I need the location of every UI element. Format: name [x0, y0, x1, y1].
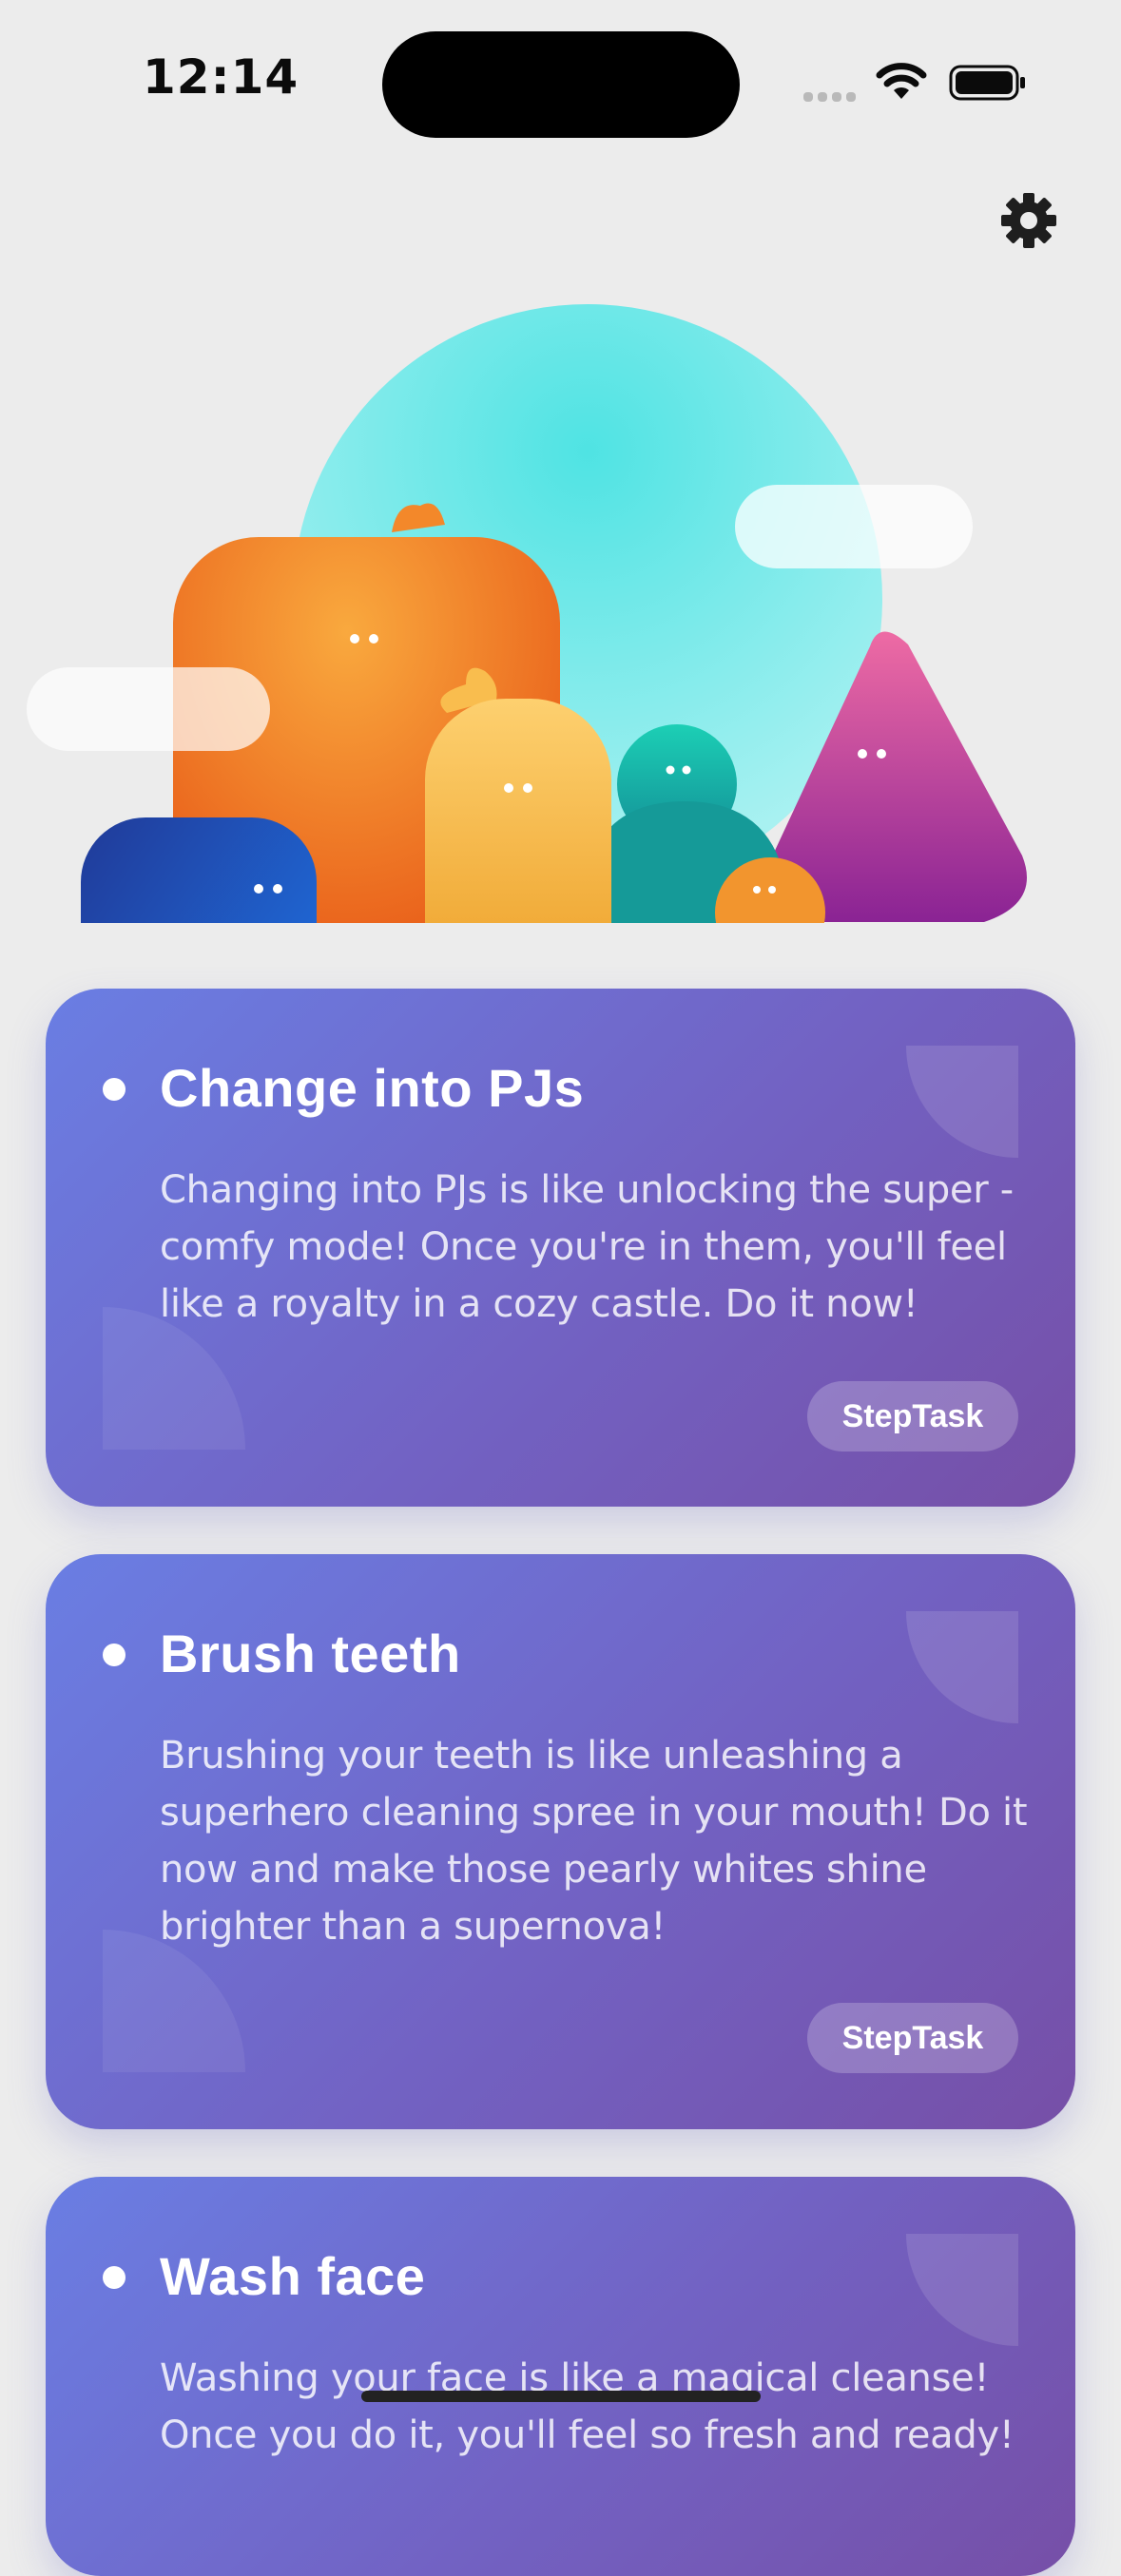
task-description: Brushing your teeth is like unleashing a…	[160, 1734, 1028, 1949]
bullet-icon	[103, 1644, 126, 1666]
bullet-icon	[103, 1078, 126, 1101]
card-decoration	[906, 1611, 1018, 1723]
task-card[interactable]: Brush teeth Brushing your teeth is like …	[46, 1554, 1075, 2129]
hero-illustration	[27, 304, 1027, 923]
status-bar: 12:14	[0, 0, 1121, 162]
dynamic-island	[382, 31, 740, 138]
step-task-button[interactable]: StepTask	[807, 2003, 1018, 2073]
signal-icon	[803, 92, 856, 102]
task-card[interactable]: Change into PJs Changing into PJs is lik…	[46, 989, 1075, 1507]
wifi-icon	[876, 63, 927, 99]
home-indicator[interactable]	[361, 2391, 761, 2402]
task-description: Washing your face is like a magical clea…	[160, 2356, 1015, 2457]
battery-icon	[949, 65, 1025, 101]
task-title: Wash face	[160, 2246, 426, 2306]
card-decoration	[906, 2234, 1018, 2346]
task-description: Changing into PJs is like unlocking the …	[160, 1168, 1014, 1326]
bullet-icon	[103, 2266, 126, 2289]
task-title: Change into PJs	[160, 1058, 585, 1118]
status-time: 12:14	[143, 49, 300, 105]
task-title: Brush teeth	[160, 1624, 461, 1683]
task-card[interactable]: Wash face Washing your face is like a ma…	[46, 2177, 1075, 2576]
gear-icon[interactable]	[998, 190, 1059, 251]
card-decoration	[906, 1046, 1018, 1158]
step-task-button[interactable]: StepTask	[807, 1381, 1018, 1451]
